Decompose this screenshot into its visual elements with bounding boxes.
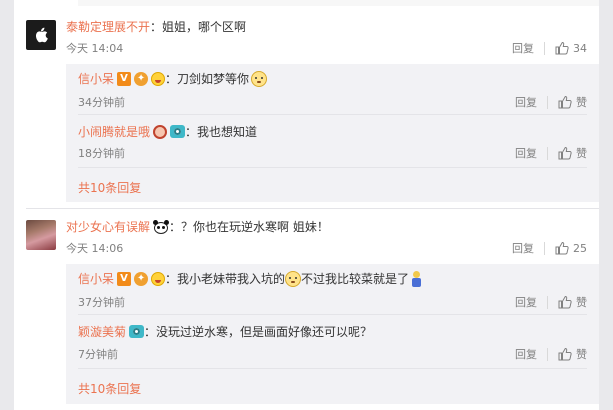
comment-text: ：？你也在玩逆水寒啊 姐妹！: [169, 220, 329, 234]
reply-divider: [78, 114, 587, 115]
right-gutter: [599, 0, 613, 410]
action-separator: [544, 241, 545, 255]
fan-badge-icon: ✦: [134, 71, 149, 86]
reply-box: 信小呆 V ✦ ：刀剑如梦等你 34分钟前 回复 赞 小闹腾就是哦 ：我也想知道…: [66, 64, 599, 202]
reply-author-line: 颖漩美菊 ：没玩过逆水寒，但是画面好像还可以呢？: [78, 323, 372, 340]
thumbs-up-icon: [555, 41, 569, 55]
top-divider-strip: [78, 0, 599, 6]
reply-time: 34分钟前: [78, 96, 125, 109]
reply-text: ：没玩过逆水寒，但是画面好像还可以呢？: [144, 325, 373, 339]
action-separator: [547, 146, 548, 160]
thumbs-up-icon: [558, 295, 572, 309]
like-button[interactable]: 34: [555, 41, 587, 55]
comment-author-line: 泰勒定理展不开：姐姐，哪个区啊: [66, 18, 246, 35]
figure-emoji-icon: [411, 270, 422, 287]
thumbs-up-icon: [558, 146, 572, 160]
like-button[interactable]: 赞: [558, 145, 587, 161]
reply-button[interactable]: 回复: [515, 94, 537, 110]
like-label: 赞: [576, 96, 587, 109]
vip-badge-icon: V: [117, 271, 132, 286]
comment-text: ：姐姐，哪个区啊: [150, 20, 247, 34]
reply-time: 37分钟前: [78, 296, 125, 309]
comment-author[interactable]: 对少女心有误解: [66, 218, 150, 235]
comment-actions: 回复 34: [512, 40, 587, 56]
reply-text: ：刀剑如梦等你: [165, 72, 250, 86]
more-replies-link[interactable]: 共10条回复: [78, 179, 141, 196]
more-replies-link[interactable]: 共10条回复: [78, 380, 141, 397]
reply-author-line: 信小呆 V ✦ ：刀剑如梦等你: [78, 70, 268, 87]
avatar[interactable]: [26, 220, 56, 250]
doge-emoji-icon: [285, 270, 302, 287]
reply-author[interactable]: 颖漩美菊: [78, 323, 126, 340]
reply-actions: 回复 赞: [515, 346, 587, 362]
reply-button[interactable]: 回复: [512, 240, 534, 256]
reply-author[interactable]: 小闹腾就是哦: [78, 123, 150, 140]
fan-badge-icon: ✦: [134, 271, 149, 286]
reply-text-continued: 不过我比较菜就是了: [301, 272, 410, 286]
grin-emoji-icon: [151, 71, 166, 86]
reply-actions: 回复 赞: [515, 145, 587, 161]
reply-author-line: 信小呆 V ✦ ：我小老妹带我入坑的 不过我比较菜就是了: [78, 270, 422, 287]
camera-badge-icon: [129, 325, 145, 338]
action-separator: [547, 295, 548, 309]
reply-text: ：我小老妹带我入坑的: [165, 272, 286, 286]
like-button[interactable]: 25: [555, 241, 587, 255]
like-count: 25: [573, 241, 587, 255]
reply-divider: [78, 167, 587, 168]
girl-emoji-icon: [153, 124, 168, 139]
panda-emoji-icon: [153, 220, 169, 234]
reply-box: 信小呆 V ✦ ：我小老妹带我入坑的 不过我比较菜就是了 37分钟前 回复 赞 …: [66, 264, 599, 404]
reply-time: 18分钟前: [78, 147, 125, 160]
reply-time: 7分钟前: [78, 348, 118, 361]
reply-author[interactable]: 信小呆: [78, 70, 114, 87]
like-button[interactable]: 赞: [558, 294, 587, 310]
comment-actions: 回复 25: [512, 240, 587, 256]
like-label: 赞: [576, 348, 587, 361]
doge-emoji-icon: [251, 70, 268, 87]
thumbs-up-icon: [558, 347, 572, 361]
thumbs-up-icon: [558, 95, 572, 109]
avatar[interactable]: [26, 20, 56, 50]
reply-author-line: 小闹腾就是哦 ：我也想知道: [78, 123, 257, 140]
left-gutter: [0, 0, 14, 410]
reply-actions: 回复 赞: [515, 94, 587, 110]
reply-button[interactable]: 回复: [512, 40, 534, 56]
comment-divider: [26, 208, 599, 209]
like-label: 赞: [576, 147, 587, 160]
comments-card: 泰勒定理展不开：姐姐，哪个区啊 今天 14:04 回复 34 信小呆 V ✦ ：…: [14, 0, 599, 410]
comment-time: 今天 14:04: [66, 42, 124, 55]
reply-button[interactable]: 回复: [515, 145, 537, 161]
comment-author-line: 对少女心有误解 ：？你也在玩逆水寒啊 姐妹！: [66, 218, 329, 235]
action-separator: [544, 41, 545, 55]
action-separator: [547, 347, 548, 361]
grin-emoji-icon: [151, 271, 166, 286]
like-label: 赞: [576, 296, 587, 309]
action-separator: [547, 95, 548, 109]
camera-badge-icon: [170, 125, 186, 138]
reply-divider: [78, 368, 587, 369]
comment-feed-page: 泰勒定理展不开：姐姐，哪个区啊 今天 14:04 回复 34 信小呆 V ✦ ：…: [0, 0, 613, 410]
comment-time: 今天 14:06: [66, 242, 124, 255]
vip-badge-icon: V: [117, 71, 132, 86]
reply-actions: 回复 赞: [515, 294, 587, 310]
reply-author[interactable]: 信小呆: [78, 270, 114, 287]
like-button[interactable]: 赞: [558, 94, 587, 110]
reply-divider: [78, 314, 587, 315]
reply-button[interactable]: 回复: [515, 294, 537, 310]
reply-button[interactable]: 回复: [515, 346, 537, 362]
apple-logo-icon: [35, 27, 48, 43]
thumbs-up-icon: [555, 241, 569, 255]
like-button[interactable]: 赞: [558, 346, 587, 362]
comment-author[interactable]: 泰勒定理展不开: [66, 20, 150, 34]
reply-text: ：我也想知道: [185, 125, 258, 139]
like-count: 34: [573, 41, 587, 55]
